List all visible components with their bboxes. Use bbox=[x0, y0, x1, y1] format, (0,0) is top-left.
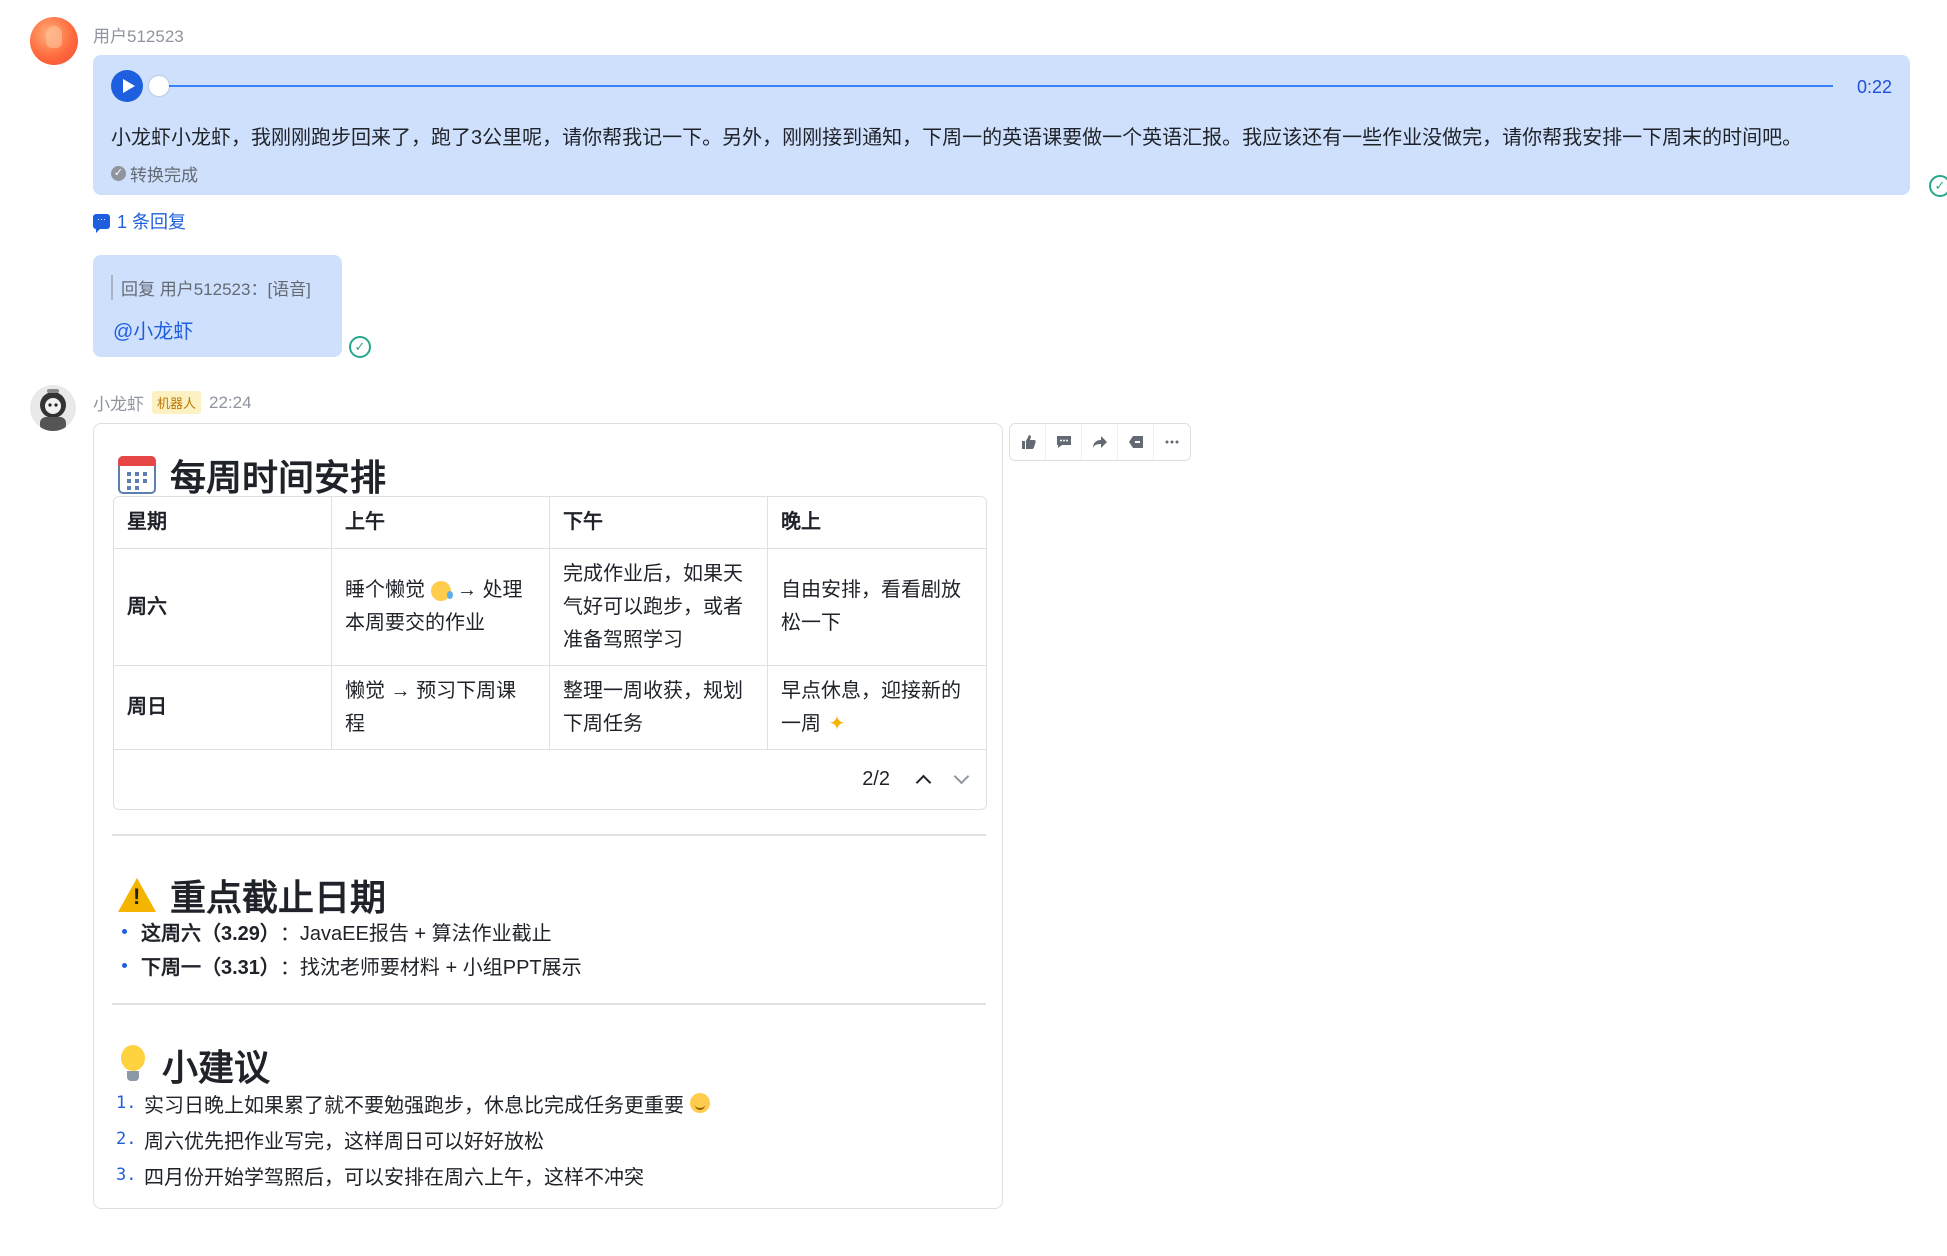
table-cell: 懒觉 → 预习下周课程 bbox=[332, 666, 550, 749]
bot-avatar[interactable] bbox=[30, 385, 76, 431]
more-icon[interactable] bbox=[1154, 424, 1190, 460]
audio-progress-track[interactable] bbox=[155, 85, 1833, 87]
warning-icon: ! bbox=[118, 876, 156, 914]
table-cell: 自由安排，看看剧放松一下 bbox=[781, 579, 961, 634]
table-row: 周日 懒觉 → 预习下周课程 整理一周收获，规划下周任务 早点休息，迎接新的一周… bbox=[114, 666, 986, 750]
page-indicator: 2/2 bbox=[862, 767, 890, 790]
read-receipt-icon: ✓ bbox=[349, 336, 371, 358]
voice-message-bubble[interactable]: 0:22 小龙虾小龙虾，我刚刚跑步回来了，跑了3公里呢，请你帮我记一下。另外，刚… bbox=[93, 55, 1910, 195]
convert-status-label: 转换完成 bbox=[130, 166, 198, 185]
table-header-cell: 下午 bbox=[550, 497, 768, 548]
bot-badge: 机器人 bbox=[152, 391, 202, 414]
table-header-row: 星期 上午 下午 晚上 bbox=[114, 497, 986, 549]
bot-name[interactable]: 小龙虾 bbox=[93, 390, 144, 415]
calendar-icon bbox=[118, 456, 156, 494]
list-item: 3. 四月份开始学驾照后，可以安排在周六上午，这样不冲突 bbox=[116, 1165, 644, 1189]
section-divider bbox=[112, 1003, 986, 1005]
smiling-face-icon bbox=[690, 1093, 710, 1113]
table-cell: 睡个懒觉 → 处理本周要交的作业 bbox=[332, 549, 550, 665]
convert-status: ✓ 转换完成 bbox=[111, 161, 198, 186]
message-action-toolbar bbox=[1009, 423, 1191, 461]
lightbulb-icon bbox=[118, 1045, 148, 1085]
bot-meta: 小龙虾 机器人 22:24 bbox=[93, 390, 252, 415]
chevron-up-icon[interactable] bbox=[916, 773, 928, 785]
schedule-heading: 每周时间安排 bbox=[118, 449, 386, 501]
mention-link[interactable]: @小龙虾 bbox=[113, 315, 193, 344]
table-header-cell: 晚上 bbox=[781, 511, 821, 533]
check-circle-icon: ✓ bbox=[111, 166, 126, 181]
audio-duration: 0:22 bbox=[1856, 77, 1892, 97]
comment-icon[interactable] bbox=[1046, 424, 1082, 460]
deadline-list: 这周六（3.29） ：JavaEE报告 + 算法作业截止 下周一（3.31） ：… bbox=[122, 914, 582, 982]
table-row: 周六 睡个懒觉 → 处理本周要交的作业 完成作业后，如果天气好可以跑步，或者准备驾… bbox=[114, 549, 986, 666]
list-item: 这周六（3.29） ：JavaEE报告 + 算法作业截止 bbox=[122, 914, 582, 948]
section-divider bbox=[112, 834, 986, 836]
tips-list: 1. 实习日晚上如果累了就不要勉强跑步，休息比完成任务更重要 2. 周六优先把作… bbox=[116, 1085, 716, 1193]
thumbs-up-icon[interactable] bbox=[1010, 424, 1046, 460]
forward-icon[interactable] bbox=[1082, 424, 1118, 460]
bot-message-card: 每周时间安排 星期 上午 下午 晚上 周六 睡个懒觉 → 处理本周要交的作业 完成… bbox=[93, 423, 1003, 1209]
astronaut-icon bbox=[40, 389, 66, 431]
table-header-cell: 星期 bbox=[114, 497, 332, 548]
play-icon[interactable] bbox=[111, 70, 143, 102]
reply-message-bubble[interactable]: 回复 用户512523：[语音] @小龙虾 bbox=[93, 255, 342, 357]
message-time: 22:24 bbox=[209, 392, 252, 412]
schedule-table: 星期 上午 下午 晚上 周六 睡个懒觉 → 处理本周要交的作业 完成作业后，如果天… bbox=[113, 496, 987, 810]
table-cell: 整理一周收获，规划下周任务 bbox=[550, 666, 768, 749]
list-item: 1. 实习日晚上如果累了就不要勉强跑步，休息比完成任务更重要 bbox=[116, 1085, 716, 1121]
table-cell: 周六 bbox=[114, 549, 332, 665]
tag-icon[interactable] bbox=[1118, 424, 1154, 460]
sender-name[interactable]: 用户512523 bbox=[93, 22, 184, 47]
thread-reply-link[interactable]: ··· 1 条回复 bbox=[93, 208, 186, 234]
list-item: 下周一（3.31） ：找沈老师要材料 + 小组PPT展示 bbox=[122, 948, 582, 982]
list-item: 2. 周六优先把作业写完，这样周日可以好好放松 bbox=[116, 1129, 544, 1153]
table-pager: 2/2 bbox=[114, 749, 986, 809]
chat-bubble-icon: ··· bbox=[93, 213, 110, 233]
read-receipt-icon: ✓ bbox=[1929, 175, 1947, 197]
table-cell: 周日 bbox=[114, 666, 332, 749]
user-avatar[interactable] bbox=[30, 17, 78, 65]
reply-count: 1 条回复 bbox=[117, 212, 187, 232]
chevron-down-icon[interactable] bbox=[954, 773, 966, 785]
audio-progress-knob[interactable] bbox=[149, 76, 169, 96]
table-header-cell: 上午 bbox=[332, 497, 550, 548]
sparkles-icon: ✦ bbox=[828, 713, 846, 736]
sleepy-face-icon bbox=[431, 580, 453, 601]
voice-transcript: 小龙虾小龙虾，我刚刚跑步回来了，跑了3公里呢，请你帮我记一下。另外，刚刚接到通知… bbox=[111, 127, 1803, 149]
quoted-reply[interactable]: 回复 用户512523：[语音] bbox=[111, 275, 311, 300]
table-cell: 早点休息，迎接新的一周 ✦ bbox=[781, 679, 961, 736]
table-cell: 完成作业后，如果天气好可以跑步，或者准备驾照学习 bbox=[550, 549, 768, 665]
tips-heading: 小建议 bbox=[118, 1039, 270, 1091]
